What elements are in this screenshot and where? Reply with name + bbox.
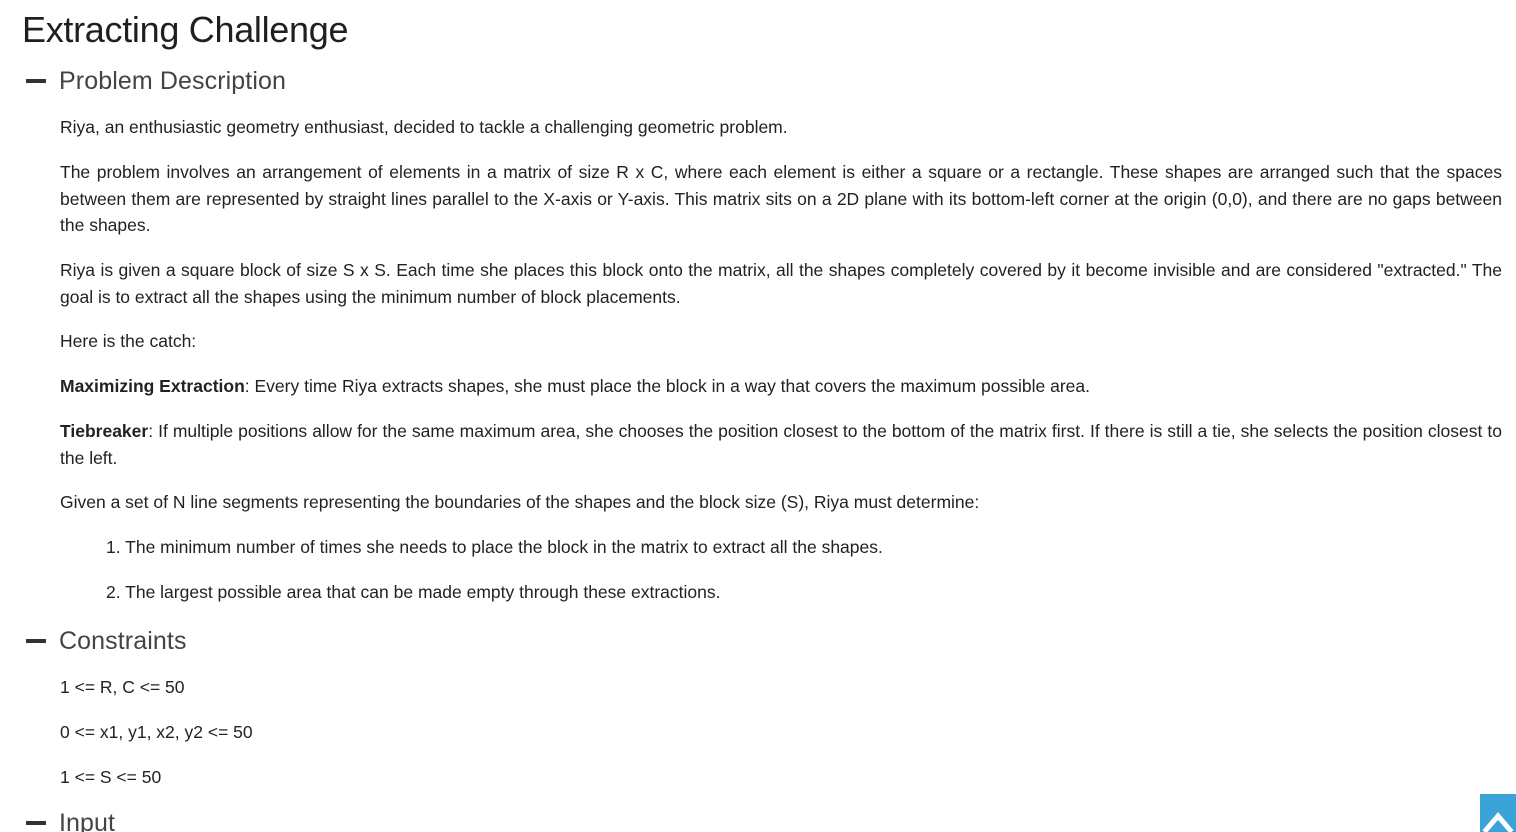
constraint-item: 1 <= R, C <= 50 <box>60 677 185 697</box>
page: Extracting Challenge Problem Description… <box>0 0 1516 832</box>
chevron-up-icon <box>1482 812 1514 832</box>
problem-paragraph-determine: Given a set of N line segments represent… <box>60 492 980 512</box>
section-title-problem-description: Problem Description <box>59 66 286 95</box>
rule-text: : If multiple positions allow for the sa… <box>60 421 1502 468</box>
problem-paragraph-catch: Here is the catch: <box>60 331 197 351</box>
rule-maximizing-extraction: Maximizing Extraction: Every time Riya e… <box>60 373 1502 400</box>
section-header-constraints[interactable]: Constraints <box>26 625 187 657</box>
constraint-item: 0 <= x1, y1, x2, y2 <= 50 <box>60 722 253 742</box>
minus-icon[interactable] <box>26 79 46 83</box>
rule-label: Tiebreaker <box>60 421 149 441</box>
list-item: 1. The minimum number of times she needs… <box>106 537 883 557</box>
rule-tiebreaker: Tiebreaker: If multiple positions allow … <box>60 418 1502 471</box>
problem-paragraph-block: Riya is given a square block of size S x… <box>60 260 1502 307</box>
scroll-to-top-button[interactable] <box>1480 794 1516 832</box>
problem-paragraph-intro: Riya, an enthusiastic geometry enthusias… <box>60 117 788 137</box>
list-item: 2. The largest possible area that can be… <box>106 582 721 602</box>
section-header-problem-description[interactable]: Problem Description <box>26 65 286 97</box>
page-title: Extracting Challenge <box>22 9 349 50</box>
constraint-item: 1 <= S <= 50 <box>60 767 162 787</box>
minus-icon[interactable] <box>26 639 46 643</box>
section-title-input: Input <box>59 808 116 832</box>
minus-icon[interactable] <box>26 821 46 825</box>
section-title-constraints: Constraints <box>59 626 187 655</box>
rule-label: Maximizing Extraction <box>60 376 245 396</box>
problem-paragraph-matrix: The problem involves an arrangement of e… <box>60 162 1502 235</box>
rule-text: : Every time Riya extracts shapes, she m… <box>244 376 1090 396</box>
section-header-input[interactable]: Input <box>26 807 115 832</box>
